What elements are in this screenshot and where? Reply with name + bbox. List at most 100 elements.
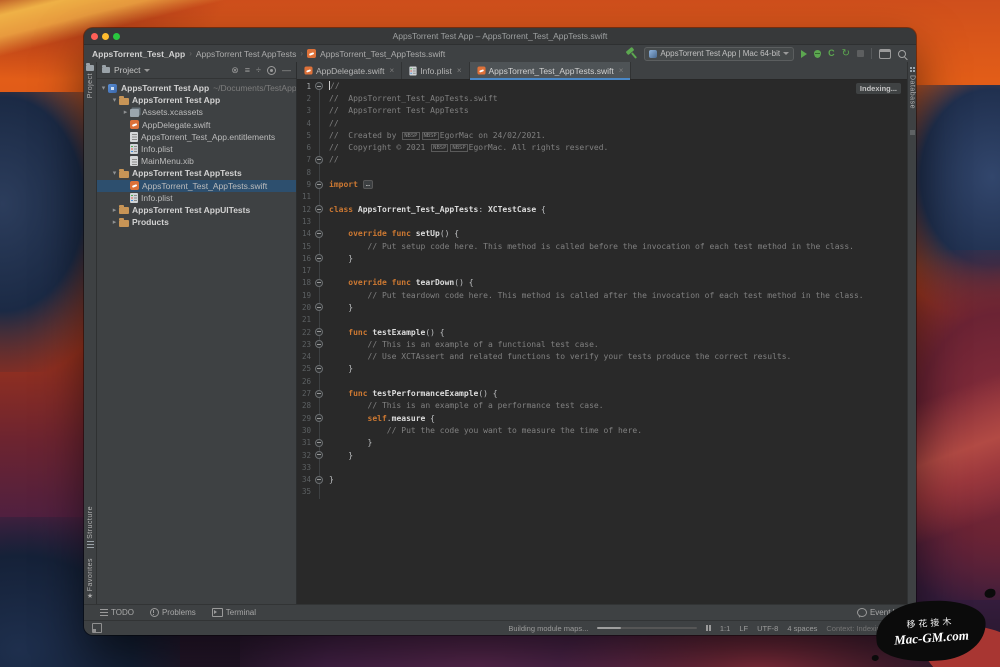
chevron-down-icon[interactable]: ▾ bbox=[110, 96, 119, 104]
problems-button[interactable]: Problems bbox=[149, 608, 196, 617]
terminal-button[interactable]: Terminal bbox=[211, 608, 256, 617]
code-line[interactable]: 22 func testExample() { bbox=[297, 326, 907, 338]
expand-all-button[interactable]: ÷ bbox=[256, 65, 261, 75]
code-line[interactable]: 13 bbox=[297, 215, 907, 227]
sidebar-tab-favorites[interactable]: Favorites ★ bbox=[87, 558, 94, 600]
fold-marker-icon[interactable] bbox=[315, 364, 323, 373]
code-line[interactable]: 32 } bbox=[297, 449, 907, 461]
fold-column[interactable] bbox=[311, 364, 327, 373]
code-line[interactable]: 11 bbox=[297, 191, 907, 203]
line-separator-indicator[interactable]: LF bbox=[739, 624, 748, 633]
fold-marker-icon[interactable] bbox=[315, 254, 323, 263]
fold-marker-icon[interactable] bbox=[315, 82, 323, 91]
code-line[interactable]: 9 import … bbox=[297, 178, 907, 190]
tree-item[interactable]: ▸ AppsTorrent Test AppUITests bbox=[97, 204, 296, 216]
code-line[interactable]: 31 } bbox=[297, 437, 907, 449]
stop-button[interactable] bbox=[857, 50, 864, 57]
fold-column[interactable] bbox=[311, 180, 327, 189]
tree-item[interactable]: AppsTorrent_Test_App.entitlements bbox=[97, 131, 296, 143]
search-icon[interactable] bbox=[898, 49, 906, 58]
code-line[interactable]: 23 // This is an example of a functional… bbox=[297, 338, 907, 350]
fold-marker-icon[interactable] bbox=[315, 340, 323, 349]
code-line[interactable]: 5// Created by NBSP NBSP EgorMac on 24/02/… bbox=[297, 129, 907, 141]
fold-marker-icon[interactable] bbox=[315, 229, 323, 238]
toolwindow-toggle-icon[interactable] bbox=[92, 623, 102, 633]
fold-column[interactable] bbox=[311, 254, 327, 263]
code-line[interactable]: 24 // Use XCTAssert and related function… bbox=[297, 351, 907, 363]
code-line[interactable]: 34} bbox=[297, 474, 907, 486]
todo-button[interactable]: TODO bbox=[100, 608, 134, 617]
code-line[interactable]: 7 // bbox=[297, 154, 907, 166]
code-line[interactable]: 8 bbox=[297, 166, 907, 178]
sidebar-tab-structure[interactable]: Structure bbox=[86, 506, 94, 548]
fold-marker-icon[interactable] bbox=[315, 451, 323, 460]
chevron-down-icon[interactable] bbox=[144, 68, 151, 72]
indent-indicator[interactable]: 4 spaces bbox=[787, 624, 817, 633]
run-button[interactable] bbox=[801, 49, 808, 58]
chevron-down-icon[interactable]: ▾ bbox=[99, 84, 108, 92]
title-bar[interactable]: AppsTorrent Test App – AppsTorrent_Test_… bbox=[84, 28, 916, 44]
code-line[interactable]: 33 bbox=[297, 461, 907, 473]
code-line[interactable]: 30 // Put the code you want to measure t… bbox=[297, 424, 907, 436]
code-line[interactable]: 16 } bbox=[297, 252, 907, 264]
code-line[interactable]: 19 // Put teardown code here. This metho… bbox=[297, 289, 907, 301]
code-line[interactable]: 29 self.measure { bbox=[297, 412, 907, 424]
fold-column[interactable] bbox=[311, 229, 327, 238]
collapse-all-button[interactable]: ≡ bbox=[245, 65, 250, 75]
close-button[interactable] bbox=[91, 32, 98, 40]
breadcrumb-group[interactable]: AppsTorrent Test AppTests bbox=[196, 49, 296, 59]
fold-column[interactable] bbox=[311, 82, 327, 91]
code-line[interactable]: 28 // This is an example of a performanc… bbox=[297, 400, 907, 412]
tree-item[interactable]: ▸ Products bbox=[97, 216, 296, 228]
run-config-select[interactable]: AppsTorrent Test App | Mac 64-bit bbox=[644, 46, 795, 61]
chevron-right-icon[interactable]: ▸ bbox=[121, 108, 130, 116]
code-line[interactable]: 14 override func setUp() { bbox=[297, 228, 907, 240]
sidebar-tab-project[interactable]: Project bbox=[86, 63, 94, 98]
fold-column[interactable] bbox=[311, 340, 327, 349]
fold-marker-icon[interactable] bbox=[315, 328, 323, 337]
fold-column[interactable] bbox=[311, 451, 327, 460]
chevron-right-icon[interactable]: ▸ bbox=[110, 206, 119, 214]
fold-marker-icon[interactable] bbox=[315, 155, 323, 164]
chevron-right-icon[interactable]: ▸ bbox=[110, 218, 119, 226]
close-icon[interactable]: × bbox=[457, 66, 462, 75]
fold-column[interactable] bbox=[311, 438, 327, 447]
fold-marker-icon[interactable] bbox=[315, 205, 323, 214]
code-line[interactable]: 2 // AppsTorrent_Test_AppTests.swift bbox=[297, 92, 907, 104]
fold-column[interactable] bbox=[311, 205, 327, 214]
fold-marker-icon[interactable] bbox=[315, 180, 323, 189]
tree-item[interactable]: AppsTorrent_Test_AppTests.swift bbox=[97, 179, 296, 192]
fold-column[interactable] bbox=[311, 303, 327, 312]
code-line[interactable]: 4 // bbox=[297, 117, 907, 129]
code-line[interactable]: 12 class AppsTorrent_Test_AppTests: XCTes… bbox=[297, 203, 907, 215]
tree-item[interactable]: Info.plist bbox=[97, 192, 296, 204]
tree-item[interactable]: MainMenu.xib bbox=[97, 155, 296, 167]
tree-item[interactable]: ▾ AppsTorrent Test App~/Documents/TestApp… bbox=[97, 82, 296, 94]
code-line[interactable]: 20 } bbox=[297, 301, 907, 313]
close-icon[interactable]: × bbox=[390, 66, 395, 75]
editor-tab[interactable]: AppDelegate.swift × bbox=[297, 62, 403, 79]
profile-button[interactable]: C bbox=[828, 49, 835, 58]
code-editor[interactable]: 1 // 2 // AppsTorrent_Test_AppTests.swift 3 /… bbox=[297, 80, 907, 604]
fold-marker-icon[interactable] bbox=[315, 278, 323, 287]
fold-marker-icon[interactable] bbox=[315, 389, 323, 398]
encoding-indicator[interactable]: UTF-8 bbox=[757, 624, 778, 633]
fold-column[interactable] bbox=[311, 389, 327, 398]
minimize-button[interactable] bbox=[102, 32, 109, 40]
caret-position[interactable]: 1:1 bbox=[720, 624, 730, 633]
hide-panel-button[interactable]: — bbox=[282, 65, 291, 75]
fold-column[interactable] bbox=[311, 475, 327, 484]
fold-column[interactable] bbox=[311, 278, 327, 287]
pause-build-icon[interactable] bbox=[706, 625, 711, 631]
console-icon[interactable] bbox=[879, 48, 891, 59]
editor-tab[interactable]: AppsTorrent_Test_AppTests.swift × bbox=[469, 62, 632, 80]
code-line[interactable]: 18 override func tearDown() { bbox=[297, 277, 907, 289]
breadcrumb-file[interactable]: AppsTorrent_Test_AppTests.swift bbox=[320, 49, 445, 59]
build-hammer-icon[interactable] bbox=[626, 48, 637, 59]
code-line[interactable]: 15 // Put setup code here. This method i… bbox=[297, 240, 907, 252]
fold-column[interactable] bbox=[311, 155, 327, 164]
code-line[interactable]: 26 bbox=[297, 375, 907, 387]
fold-marker-icon[interactable] bbox=[315, 414, 323, 423]
fold-column[interactable] bbox=[311, 414, 327, 423]
tree-item[interactable]: ▸ Assets.xcassets bbox=[97, 106, 296, 118]
